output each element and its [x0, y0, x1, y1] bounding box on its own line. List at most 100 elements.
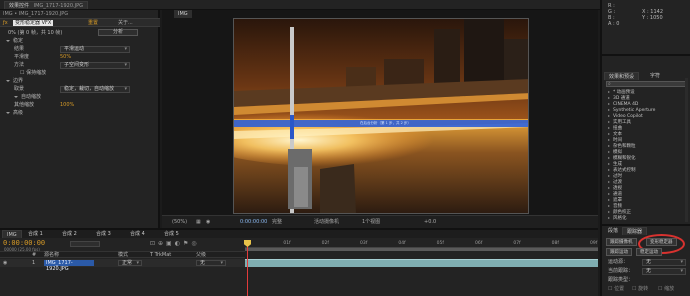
effect-header: ƒx 变形稳定器 VFX 重置 关于...	[0, 18, 160, 27]
position-checkbox[interactable]: ☐ 位置	[608, 285, 624, 293]
timeline-tab[interactable]: IMG	[2, 230, 22, 238]
effect-row[interactable]: 结果	[14, 45, 24, 53]
layer-mode-select[interactable]: 正常	[118, 260, 142, 266]
scale-checkbox[interactable]: ☐ 缩放	[658, 285, 674, 293]
layer-parent-select[interactable]: 无	[196, 260, 226, 266]
grid-icon[interactable]: ▦	[196, 219, 201, 226]
effect-row-label: 平滑度	[14, 54, 30, 60]
tab-effect-controls[interactable]: 效果控件 IMG_1717-1920.JPG	[4, 1, 88, 9]
info-y: Y : 1050	[642, 15, 663, 21]
search-icon: ⌕	[608, 81, 611, 87]
layer-search-input[interactable]	[70, 241, 100, 247]
effect-row-label: 结果	[14, 46, 25, 52]
viewer-timecode[interactable]: 0:00:00:00	[240, 219, 267, 226]
effect-value[interactable]: 50%	[60, 53, 71, 61]
effect-controls-panel: IMG • IMG_1717-1920.JPG ƒx 变形稳定器 VFX 重置 …	[0, 10, 160, 228]
current-track-select[interactable]: 无	[642, 268, 686, 275]
tab-effect-controls-label: 效果控件	[9, 3, 30, 9]
about-link[interactable]: 关于...	[118, 20, 133, 27]
camera-snapshot-icon[interactable]: ◉	[206, 219, 210, 226]
timeline-tab[interactable]: 合成 2	[58, 230, 81, 238]
effect-dropdown[interactable]: 子空间变形	[60, 62, 130, 69]
effect-value[interactable]: 100%	[60, 101, 74, 109]
timeline-tab[interactable]: 合成 1	[24, 230, 47, 238]
effects-category-item[interactable]: 风格化	[608, 216, 627, 222]
timeline-timecode[interactable]: 0:00:00:00	[3, 239, 45, 247]
expand-triangle-icon[interactable]	[6, 79, 10, 82]
effect-row[interactable]: ☐ 保持缩放	[20, 69, 46, 77]
effect-row[interactable]: 平滑度	[14, 53, 29, 61]
col-parent: 父级	[196, 252, 207, 258]
tab-paragraph[interactable]: 段落	[604, 227, 622, 235]
expand-triangle-icon[interactable]	[6, 39, 10, 42]
resolution-select[interactable]: 完整	[272, 219, 282, 226]
ruler-tick-label: 05f	[436, 241, 444, 246]
fx-toggle-icon[interactable]: ƒx	[3, 20, 8, 26]
effect-row-label: 取景	[14, 86, 25, 92]
track-type-label: 跟踪类型：	[608, 277, 634, 283]
effect-row[interactable]: 0% (第 0 帧，共 10 帧)	[8, 29, 62, 37]
effect-row-label: 其他缩放	[14, 102, 35, 108]
layer-row[interactable]: ◉ 1 IMG_1717-1920.JPG 正常 无	[0, 259, 245, 272]
ruler-tick-label: 04f	[398, 241, 406, 246]
exposure-value[interactable]: +0.0	[424, 219, 436, 226]
motion-source-select[interactable]: 无	[642, 259, 686, 266]
tab-character[interactable]: 字符	[646, 72, 664, 80]
reset-button[interactable]: 重置	[88, 20, 98, 27]
tab-effects-presets[interactable]: 效果和预设	[604, 72, 640, 80]
current-track-label: 当前跟踪：	[608, 268, 634, 274]
effect-row[interactable]: 自动缩放	[14, 93, 41, 101]
camera-select[interactable]: 活动摄像机	[314, 219, 339, 226]
track-camera-button[interactable]: 跟踪摄像机	[606, 238, 637, 246]
col-number: #	[32, 252, 37, 258]
effect-row-label: 方法	[14, 62, 25, 68]
layer-duration-bar[interactable]	[245, 259, 598, 267]
effect-row-label: 保持缩放	[26, 70, 47, 76]
effect-row[interactable]: 稳定	[6, 37, 23, 45]
stabilize-motion-button[interactable]: 稳定运动	[636, 248, 662, 256]
track-motion-button[interactable]: 跟踪运动	[606, 248, 632, 256]
effects-search-input[interactable]: ⌕	[606, 81, 688, 87]
effect-row[interactable]: 方法	[14, 61, 24, 69]
info-panel: R : G : B : A : 0 X : 1142 Y : 1050	[600, 0, 690, 54]
analyze-button[interactable]: 分析	[98, 29, 138, 36]
layer-index: 1	[32, 260, 36, 266]
layer-column-header: # 源名称 模式 T TrkMat 父级	[0, 251, 245, 258]
effect-row[interactable]: 取景	[14, 85, 24, 93]
effect-dropdown[interactable]: 平滑运动	[60, 46, 130, 53]
rotation-checkbox[interactable]: ☐ 旋转	[632, 285, 648, 293]
expand-triangle-icon[interactable]	[6, 111, 10, 114]
playhead-line[interactable]	[247, 240, 248, 296]
comp-frame[interactable]: 在后台分析（第 1 步，共 2 步）	[233, 18, 529, 214]
timeline-switch-icons[interactable]: ⊡⊕▣◐⚑◎	[150, 240, 200, 247]
visibility-eye-icon[interactable]: ◉	[3, 260, 7, 266]
analysis-overlay-text: 在后台分析（第 1 步，共 2 步）	[360, 121, 411, 125]
timeline-tab[interactable]: 合成 3	[92, 230, 115, 238]
ruler-tick-label: 06f	[475, 241, 483, 246]
rotation-label: 旋转	[638, 286, 649, 292]
time-ruler[interactable]: 0f01f02f03f04f05f06f07f08f09f	[245, 240, 598, 248]
info-a: A : 0	[608, 21, 620, 27]
position-label: 位置	[614, 286, 625, 292]
effects-list-scrollbar[interactable]	[685, 78, 688, 222]
breadcrumb: IMG • IMG_1717-1920.JPG	[3, 11, 69, 17]
effect-row[interactable]: 边界	[6, 77, 23, 85]
timeline-tab[interactable]: 合成 4	[126, 230, 149, 238]
effect-row[interactable]: 高级	[6, 109, 23, 117]
ruler-tick-label: 01f	[283, 241, 291, 246]
effect-name[interactable]: 变形稳定器 VFX	[13, 20, 54, 26]
scale-label: 缩放	[664, 286, 675, 292]
night-street-image	[234, 19, 528, 213]
tab-composition[interactable]: IMG	[174, 10, 192, 18]
zoom-select[interactable]: (50%)	[172, 219, 187, 226]
layer-name[interactable]: IMG_1717-1920.JPG	[44, 260, 94, 272]
effect-dropdown[interactable]: 稳定，裁切，自动缩放	[60, 86, 130, 93]
expand-triangle-icon[interactable]	[14, 95, 18, 98]
timeline-tab[interactable]: 合成 5	[160, 230, 183, 238]
views-select[interactable]: 1个视图	[362, 219, 380, 226]
effect-row-label: 边界	[13, 78, 24, 84]
effect-row[interactable]: 其他缩放	[14, 101, 34, 109]
effects-presets-panel: 效果和预设 字符 ⌕ * 动画预设 3D 通道 CINEMA 4D Synthetic…	[600, 54, 690, 224]
tab-tracker[interactable]: 跟踪器	[622, 227, 648, 235]
work-area-bar[interactable]	[245, 248, 598, 251]
